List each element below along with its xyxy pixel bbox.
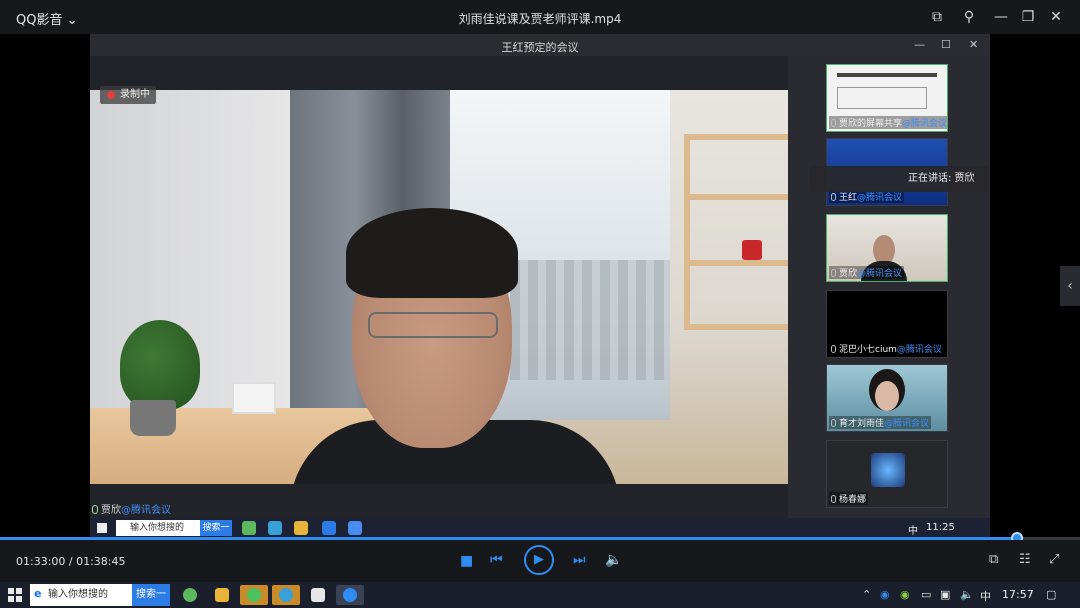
stop-icon[interactable]: ■ [460,553,473,569]
tray-expand-icon[interactable]: ⌃ [862,588,871,601]
screenshot-tool-icon[interactable]: ⧉ [989,552,998,567]
speaker-icon[interactable]: 🔈 [960,588,974,601]
mic-icon [831,419,836,427]
tile-label: 泥巴小七cium@腾讯会议 [829,342,944,355]
recorded-clock: 11:25 [926,522,955,533]
speaking-tooltip: 正在讲话: 贾欣 [810,166,988,192]
participant-tile[interactable]: 育才刘雨佳@腾讯会议 [826,364,948,432]
network-icon[interactable]: ▣ [940,588,950,601]
play-button[interactable]: ▶ [524,545,554,575]
fullscreen-icon[interactable]: ⤢ [1049,552,1059,567]
notification-icon[interactable]: ▢ [1046,588,1056,601]
red-horse-figurine [742,240,762,260]
recorded-taskbar: 输入你想搜的 搜索一下 中 11:25 [90,518,990,549]
wechat-icon[interactable] [240,585,268,605]
file-title: 刘雨佳说课及贾老师评课.mp4 [458,12,622,26]
time-display: 01:33:00 / 01:38:45 [16,555,126,568]
start-icon [97,523,107,533]
participant-tile[interactable]: 贾欣的屏幕共享@腾讯会议 [826,64,948,132]
taskbar-search-input[interactable]: 输入你想搜的 [30,584,134,606]
volume-icon[interactable]: 🔈 [605,552,622,568]
tray-app-icon[interactable]: ◉ [880,588,890,601]
speaker-name: 贾欣 [101,505,121,516]
recording-badge: 录制中 [100,86,156,104]
meeting-close-icon: ✕ [969,38,979,51]
taskbar-app[interactable] [272,585,300,605]
player-title-bar: QQ影音 ⌄ 刘雨佳说课及贾老师评课.mp4 ⧉ ⚲ — ❐ ✕ [0,0,1080,34]
speaker-brand: @腾讯会议 [121,505,171,516]
mic-icon [92,505,98,514]
mic-icon [831,193,836,201]
recorded-ime: 中 [908,526,918,537]
close-icon[interactable]: ✕ [1047,8,1065,26]
start-icon[interactable] [8,588,22,602]
minimize-icon[interactable]: — [992,8,1010,26]
main-speaker-label: 贾欣@腾讯会议 [92,501,171,516]
tray-app-icon[interactable]: ◉ [900,588,910,601]
glasses [368,312,498,338]
meeting-maximize-icon: ☐ [941,38,951,51]
tile-label: 贾欣的屏幕共享@腾讯会议 [829,116,947,129]
record-dot-icon [107,91,115,99]
meeting-window: 王红预定的会议 — ☐ ✕ 录制中 贾欣@腾讯会议 贾欣的屏幕共享@腾讯会议 王… [90,34,990,549]
participant-tile[interactable]: 贾欣@腾讯会议 [826,214,948,282]
play-icon: ▶ [534,552,544,567]
next-icon[interactable]: ⏭ [573,552,586,568]
mic-icon [831,495,836,503]
ime-indicator[interactable]: 中 [980,588,991,604]
battery-icon[interactable]: ▭ [921,588,931,601]
pin-icon[interactable]: ⚲ [960,8,978,26]
recording-label: 录制中 [120,89,150,100]
settings-icon[interactable]: ☷ [1019,552,1031,567]
taskbar-search-button[interactable]: 搜索一下 [132,584,170,606]
taskbar-app[interactable] [176,585,204,605]
mic-icon [831,345,836,353]
browser-icon: e [34,587,42,600]
taskbar-app[interactable] [304,585,332,605]
qq-player-taskbar-icon[interactable] [336,585,364,605]
mic-icon [831,269,836,277]
previous-icon[interactable]: ⏮ [490,552,503,568]
mic-icon [831,119,836,127]
chevron-left-icon[interactable]: ‹ [1060,266,1080,306]
main-speaker-video [90,90,788,484]
participant-tile[interactable]: 泥巴小七cium@腾讯会议 [826,290,948,358]
tile-label: 育才刘雨佳@腾讯会议 [829,416,932,429]
participant-tile[interactable]: 杨春娜 [826,440,948,508]
photo-frame [232,382,276,414]
tile-label: 贾欣@腾讯会议 [829,266,905,279]
windows-taskbar: 输入你想搜的 e 搜索一下 ⌃ ◉ ◉ ▭ ▣ 🔈 中 17:57 ▢ [0,582,1080,608]
meeting-title: 王红预定的会议 [501,41,579,54]
taskbar-clock[interactable]: 17:57 [1002,588,1034,601]
recorded-search-button: 搜索一下 [200,520,232,549]
maximize-icon[interactable]: ❐ [1019,8,1037,26]
file-explorer-icon[interactable] [208,585,236,605]
screenshot-icon[interactable]: ⧉ [928,8,946,26]
potted-plant [120,320,200,410]
tile-label: 杨春娜 [829,492,869,505]
playback-controls: 01:33:00 / 01:38:45 ■ ⏮ ▶ ⏭ 🔈 ⧉ ☷ ⤢ [0,540,1080,582]
wall-shelf [684,134,788,330]
meeting-title-bar: 王红预定的会议 — ☐ ✕ [90,34,990,56]
participant-panel: 贾欣的屏幕共享@腾讯会议 王红@腾讯会议 贾欣@腾讯会议 泥巴小七cium@腾讯… [788,56,990,518]
meeting-minimize-icon: — [914,38,925,51]
